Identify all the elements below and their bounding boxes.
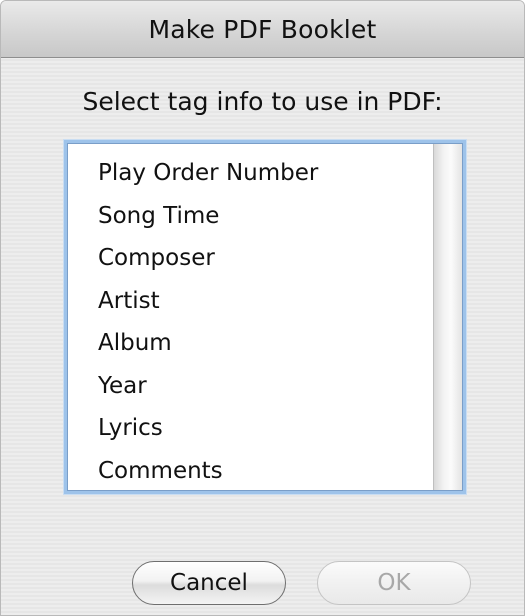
list-item-album[interactable]: Album [68,322,434,365]
window-title: Make PDF Booklet [148,14,377,44]
instruction-label: Select tag info to use in PDF: [82,87,443,116]
cancel-button[interactable]: Cancel [132,561,286,605]
list-item-year[interactable]: Year [68,365,434,408]
ok-button[interactable]: OK [317,561,471,605]
list-item-song-time[interactable]: Song Time [68,195,434,238]
dialog-window: Make PDF Booklet Select tag info to use … [0,0,525,616]
list-item-play-order-number[interactable]: Play Order Number [68,152,434,195]
list-item-artist[interactable]: Artist [68,280,434,323]
list-item-composer[interactable]: Composer [68,237,434,280]
title-bar[interactable]: Make PDF Booklet [1,1,524,58]
list-scrollbar[interactable] [433,144,462,490]
tag-info-list: Play Order Number Song Time Composer Art… [68,144,434,490]
tag-info-listbox[interactable]: Play Order Number Song Time Composer Art… [67,143,463,491]
list-item-lyrics[interactable]: Lyrics [68,407,434,450]
list-item-comments[interactable]: Comments [68,450,434,491]
